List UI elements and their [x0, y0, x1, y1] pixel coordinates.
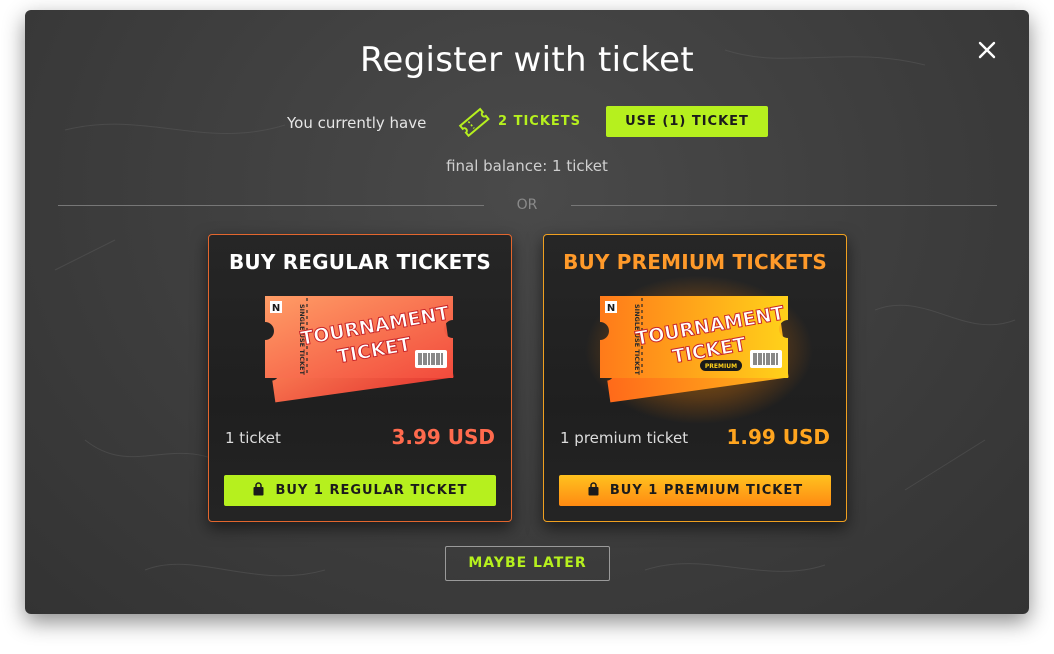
- shopping-bag-icon: [588, 482, 599, 496]
- close-icon[interactable]: [975, 38, 999, 62]
- ticket-brand: N: [272, 303, 280, 314]
- current-tickets-label: You currently have: [287, 114, 427, 132]
- regular-card-title: BUY REGULAR TICKETS: [228, 250, 491, 274]
- buy-premium-label: BUY 1 PREMIUM TICKET: [609, 483, 804, 498]
- premium-quantity: 1 premium ticket: [560, 429, 689, 447]
- tickets-count: 2 TICKETS: [498, 114, 582, 129]
- premium-price: 1.99 USD: [726, 425, 830, 449]
- buy-regular-label: BUY 1 REGULAR TICKET: [275, 483, 468, 498]
- current-tickets-row: You currently have 2 TICKETS USE (1) TIC…: [25, 106, 1029, 138]
- buy-regular-ticket-button[interactable]: BUY 1 REGULAR TICKET: [224, 475, 496, 506]
- use-ticket-button[interactable]: USE (1) TICKET: [606, 106, 768, 137]
- ticket-icon: [457, 107, 491, 138]
- final-balance: final balance: 1 ticket: [446, 157, 608, 175]
- divider: [571, 205, 997, 206]
- regular-quantity: 1 ticket: [225, 429, 281, 447]
- premium-tag: PREMIUM: [705, 363, 737, 370]
- shopping-bag-icon: [253, 482, 264, 496]
- buy-premium-ticket-button[interactable]: BUY 1 PREMIUM TICKET: [559, 475, 831, 506]
- premium-tournament-ticket-image: N SINGLE USE TICKET TOURNAMENT TICKET PR…: [600, 296, 789, 403]
- premium-card-title: BUY PREMIUM TICKETS: [563, 250, 827, 274]
- regular-price: 3.99 USD: [391, 425, 495, 449]
- tournament-ticket-image: N SINGLE USE TICKET TOURNAMENT TICKET: [265, 296, 454, 403]
- register-ticket-modal: Register with ticket You currently have …: [25, 10, 1029, 614]
- scratched-texture: [54, 49, 1016, 577]
- maybe-later-button[interactable]: MAYBE LATER: [445, 546, 610, 581]
- modal-title: Register with ticket: [360, 40, 694, 80]
- ticket-brand: N: [607, 303, 615, 314]
- premium-tickets-card: BUY PREMIUM TICKETS N SINGLE USE TICKET: [543, 234, 847, 522]
- regular-tickets-card: BUY REGULAR TICKETS N SINGLE USE TICKET: [208, 234, 512, 522]
